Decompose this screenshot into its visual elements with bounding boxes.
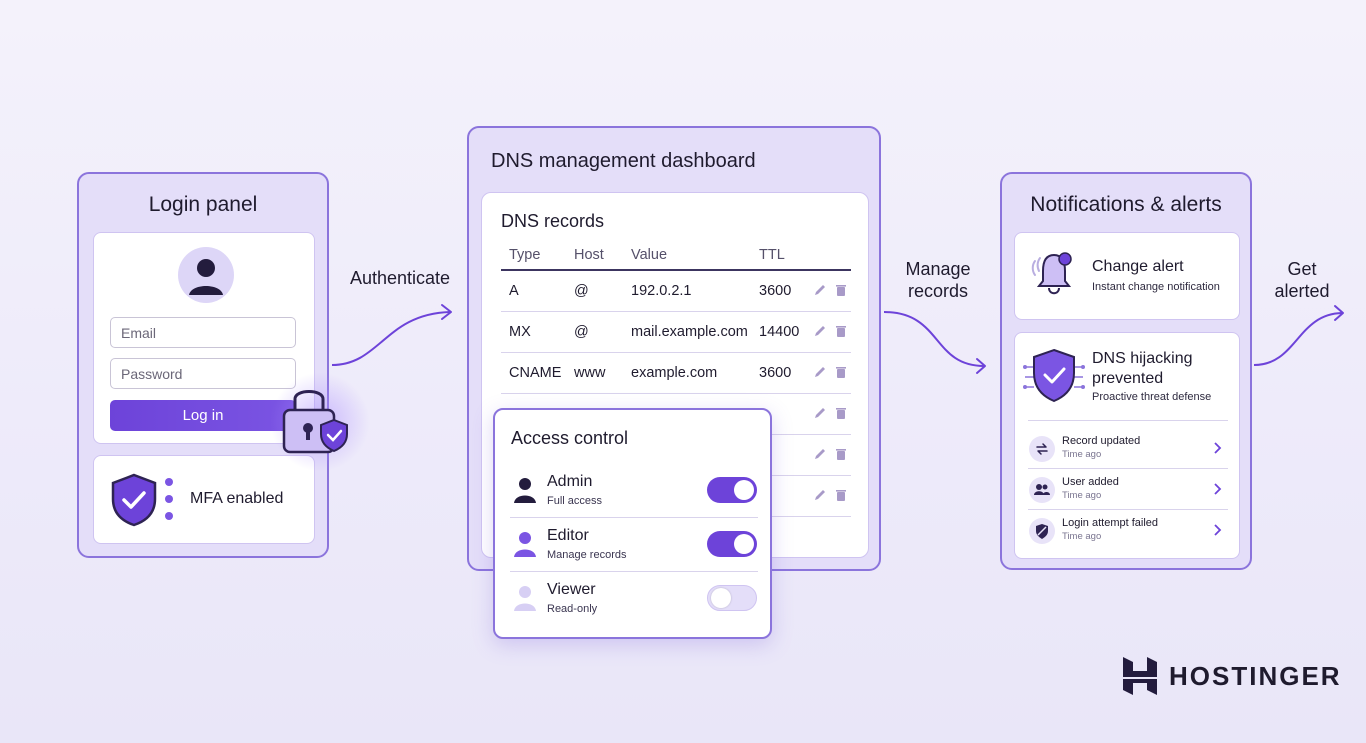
table-row[interactable]: A @ 192.0.2.1 3600 bbox=[501, 271, 851, 312]
cell-ttl: 14400 bbox=[759, 324, 800, 340]
viewer-toggle[interactable] bbox=[707, 585, 757, 611]
delete-icon[interactable] bbox=[834, 283, 848, 297]
table-row[interactable]: MX @ mail.example.com 14400 bbox=[501, 312, 851, 353]
cell-value: 192.0.2.1 bbox=[631, 283, 692, 299]
cell-host: @ bbox=[574, 324, 589, 340]
list-item[interactable]: Record updated Time ago bbox=[1028, 428, 1228, 469]
delete-icon[interactable] bbox=[834, 406, 848, 420]
hijack-title: DNS hijacking prevented bbox=[1092, 350, 1193, 387]
notifications-panel: Notifications & alerts Change alert Inst… bbox=[1000, 172, 1252, 570]
bell-icon bbox=[1031, 252, 1072, 295]
sync-icon bbox=[1029, 436, 1055, 462]
access-control-card: Access control Admin Full access Editor … bbox=[493, 408, 772, 639]
col-value: Value bbox=[631, 247, 668, 263]
mfa-card: MFA enabled bbox=[93, 455, 315, 544]
authenticate-label: Authenticate bbox=[349, 268, 451, 288]
users-icon bbox=[1029, 477, 1055, 503]
role-row-editor: Editor Manage records bbox=[510, 518, 758, 572]
authenticate-arrow bbox=[331, 304, 452, 366]
table-row[interactable]: CNAME www example.com 3600 bbox=[501, 353, 851, 394]
item-title: Record updated bbox=[1062, 435, 1141, 447]
dns-panel-title: DNS management dashboard bbox=[491, 150, 756, 172]
manage-records-arrow bbox=[883, 311, 986, 374]
cell-value: example.com bbox=[631, 365, 718, 381]
role-desc: Read-only bbox=[547, 603, 598, 615]
login-button[interactable]: Log in bbox=[110, 400, 296, 431]
chevron-right-icon bbox=[1214, 442, 1222, 454]
email-field[interactable]: Email bbox=[110, 317, 296, 348]
role-row-admin: Admin Full access bbox=[510, 464, 758, 518]
item-title: Login attempt failed bbox=[1062, 517, 1159, 529]
edit-icon[interactable] bbox=[813, 283, 827, 297]
edit-icon[interactable] bbox=[813, 365, 827, 379]
role-name: Admin bbox=[547, 473, 593, 490]
notifications-title: Notifications & alerts bbox=[1030, 193, 1222, 216]
padlock-icon bbox=[282, 390, 348, 454]
dns-records-title: DNS records bbox=[501, 211, 605, 231]
delete-icon[interactable] bbox=[834, 365, 848, 379]
edit-icon[interactable] bbox=[813, 447, 827, 461]
change-alert-title: Change alert bbox=[1092, 258, 1184, 275]
toggle-knob bbox=[734, 534, 754, 554]
get-alerted-arrow bbox=[1253, 305, 1344, 366]
hostinger-mark-icon bbox=[1123, 657, 1157, 695]
login-panel: Login panel Email Password Log in MFA en… bbox=[77, 172, 329, 558]
col-type: Type bbox=[509, 247, 541, 263]
toggle-knob bbox=[711, 588, 731, 608]
shield-check-icon bbox=[111, 473, 157, 527]
item-time: Time ago bbox=[1062, 490, 1102, 501]
viewer-user-icon bbox=[514, 586, 536, 611]
role-name: Viewer bbox=[547, 581, 596, 598]
item-time: Time ago bbox=[1062, 449, 1102, 460]
brand-name: HOSTINGER bbox=[1169, 661, 1342, 691]
edit-icon[interactable] bbox=[813, 406, 827, 420]
shield-circuit-icon bbox=[1023, 348, 1085, 403]
mfa-label: MFA enabled bbox=[190, 490, 284, 507]
hijack-desc: Proactive threat defense bbox=[1092, 391, 1212, 403]
chevron-right-icon bbox=[1214, 524, 1222, 536]
editor-user-icon bbox=[514, 532, 536, 557]
change-alert-card[interactable]: Change alert Instant change notification bbox=[1014, 232, 1240, 320]
delete-icon[interactable] bbox=[834, 488, 848, 502]
dots-icon bbox=[165, 478, 173, 520]
cell-type: CNAME bbox=[509, 365, 562, 381]
editor-toggle[interactable] bbox=[707, 531, 757, 557]
toggle-knob bbox=[734, 480, 754, 500]
list-item[interactable]: User added Time ago bbox=[1028, 469, 1228, 510]
delete-icon[interactable] bbox=[834, 447, 848, 461]
delete-icon[interactable] bbox=[834, 324, 848, 338]
shield-blocked-icon bbox=[1029, 518, 1055, 544]
role-name: Editor bbox=[547, 527, 589, 544]
admin-toggle[interactable] bbox=[707, 477, 757, 503]
cell-value: mail.example.com bbox=[631, 324, 748, 340]
admin-user-icon bbox=[514, 478, 536, 503]
access-control-title: Access control bbox=[511, 428, 629, 448]
role-desc: Full access bbox=[547, 495, 603, 507]
item-time: Time ago bbox=[1062, 531, 1102, 542]
cell-type: A bbox=[509, 283, 519, 299]
edit-icon[interactable] bbox=[813, 488, 827, 502]
change-alert-desc: Instant change notification bbox=[1092, 281, 1220, 293]
cell-host: www bbox=[574, 365, 606, 381]
edit-icon[interactable] bbox=[813, 324, 827, 338]
dns-table-header: Type Host Value TTL bbox=[501, 245, 851, 271]
password-field[interactable]: Password bbox=[110, 358, 296, 389]
cell-host: @ bbox=[574, 283, 589, 299]
cell-ttl: 3600 bbox=[759, 365, 792, 381]
dns-hijack-card: DNS hijacking prevented Proactive threat… bbox=[1014, 332, 1240, 559]
chevron-right-icon bbox=[1214, 483, 1222, 495]
get-alerted-label: Get alerted bbox=[1274, 259, 1330, 301]
cell-type: MX bbox=[509, 324, 531, 340]
list-item[interactable]: Login attempt failed Time ago bbox=[1028, 510, 1228, 551]
item-title: User added bbox=[1062, 476, 1119, 488]
login-panel-title: Login panel bbox=[148, 193, 258, 216]
hostinger-logo: HOSTINGER bbox=[1121, 655, 1340, 697]
col-ttl: TTL bbox=[759, 247, 785, 263]
avatar-icon bbox=[178, 247, 234, 303]
role-desc: Manage records bbox=[547, 549, 627, 561]
manage-records-label: Manage records bbox=[905, 259, 971, 301]
cell-ttl: 3600 bbox=[759, 283, 792, 299]
col-host: Host bbox=[574, 247, 604, 263]
role-row-viewer: Viewer Read-only bbox=[510, 572, 758, 626]
